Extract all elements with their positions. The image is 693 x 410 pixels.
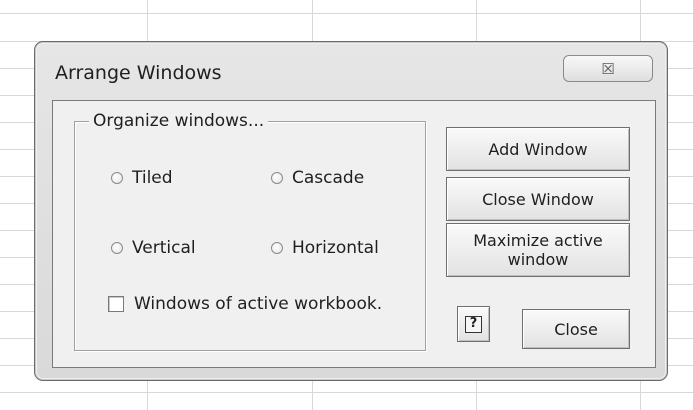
maximize-active-window-button[interactable]: Maximize active window	[446, 223, 630, 277]
close-window-label: Close Window	[482, 189, 594, 209]
close-icon: ☒	[601, 59, 615, 78]
grid-row-line	[0, 392, 693, 393]
dialog-client-area: Organize windows... Tiled Cascade Vertic…	[52, 100, 656, 368]
maximize-active-window-label: Maximize active window	[473, 231, 603, 269]
dialog-title: Arrange Windows	[55, 62, 222, 84]
close-label: Close	[554, 319, 598, 339]
active-workbook-checkbox[interactable]: Windows of active workbook.	[108, 294, 382, 314]
radio-tiled-label: Tiled	[132, 168, 173, 188]
radio-cascade-label: Cascade	[292, 168, 365, 188]
radio-cascade[interactable]: Cascade	[271, 168, 364, 188]
close-dialog-button[interactable]: ☒	[563, 55, 653, 82]
close-window-button[interactable]: Close Window	[446, 177, 630, 221]
add-window-label: Add Window	[488, 139, 588, 159]
arrange-windows-dialog: Arrange Windows ☒ Organize windows... Ti…	[34, 41, 668, 381]
radio-tiled[interactable]: Tiled	[111, 168, 173, 188]
close-button[interactable]: Close	[522, 309, 630, 349]
radio-horizontal-label: Horizontal	[292, 238, 379, 258]
radio-vertical[interactable]: Vertical	[111, 238, 196, 258]
checkbox-icon	[108, 296, 124, 312]
add-window-button[interactable]: Add Window	[446, 127, 630, 171]
radio-button-icon	[111, 172, 123, 184]
radio-button-icon	[111, 242, 123, 254]
radio-horizontal[interactable]: Horizontal	[271, 238, 379, 258]
radio-vertical-label: Vertical	[132, 238, 196, 258]
radio-button-icon	[271, 242, 283, 254]
grid-row-line	[0, 13, 693, 14]
organize-windows-group: Organize windows... Tiled Cascade Vertic…	[74, 111, 426, 351]
radio-button-icon	[271, 172, 283, 184]
organize-windows-legend: Organize windows...	[89, 111, 269, 131]
help-icon: ?	[465, 315, 482, 333]
help-button[interactable]: ?	[457, 306, 490, 342]
active-workbook-label: Windows of active workbook.	[134, 294, 383, 314]
